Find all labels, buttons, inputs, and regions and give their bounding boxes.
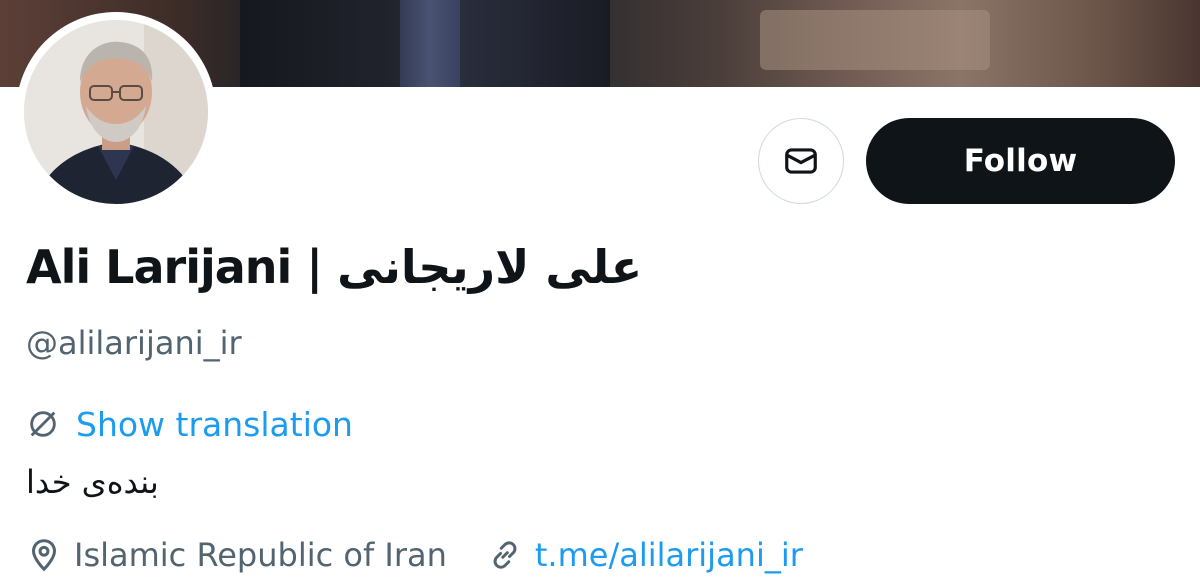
profile-bio: بنده‌ی خدا: [26, 463, 159, 501]
website-link-text[interactable]: t.me/alilarijani_ir: [535, 536, 803, 574]
location-pin-icon: [31, 539, 57, 572]
banner-shirt-shape: [400, 0, 460, 87]
banner-background-furniture: [760, 10, 990, 70]
user-handle: @alilarijani_ir: [26, 324, 242, 362]
profile-page: Follow Ali Larijani | علی لاریجانی @alil…: [0, 0, 1200, 585]
link-chain-icon: [493, 541, 517, 569]
show-translation-link[interactable]: Show translation: [26, 402, 353, 446]
envelope-icon: [785, 148, 817, 174]
message-button[interactable]: [758, 118, 844, 204]
translate-globe-icon: [30, 411, 56, 437]
display-name: Ali Larijani | علی لاریجانی: [26, 240, 643, 294]
location-item: Islamic Republic of Iran: [26, 536, 447, 574]
website-link[interactable]: t.me/alilarijani_ir: [487, 536, 803, 574]
location-text: Islamic Republic of Iran: [74, 536, 447, 574]
follow-button[interactable]: Follow: [866, 118, 1175, 204]
avatar-photo: [24, 20, 208, 204]
avatar-portrait-illustration: [24, 20, 208, 204]
avatar[interactable]: [16, 12, 216, 212]
show-translation-label: Show translation: [76, 404, 353, 444]
profile-meta-row: Islamic Republic of Iran t.me/alilarijan…: [26, 532, 843, 578]
